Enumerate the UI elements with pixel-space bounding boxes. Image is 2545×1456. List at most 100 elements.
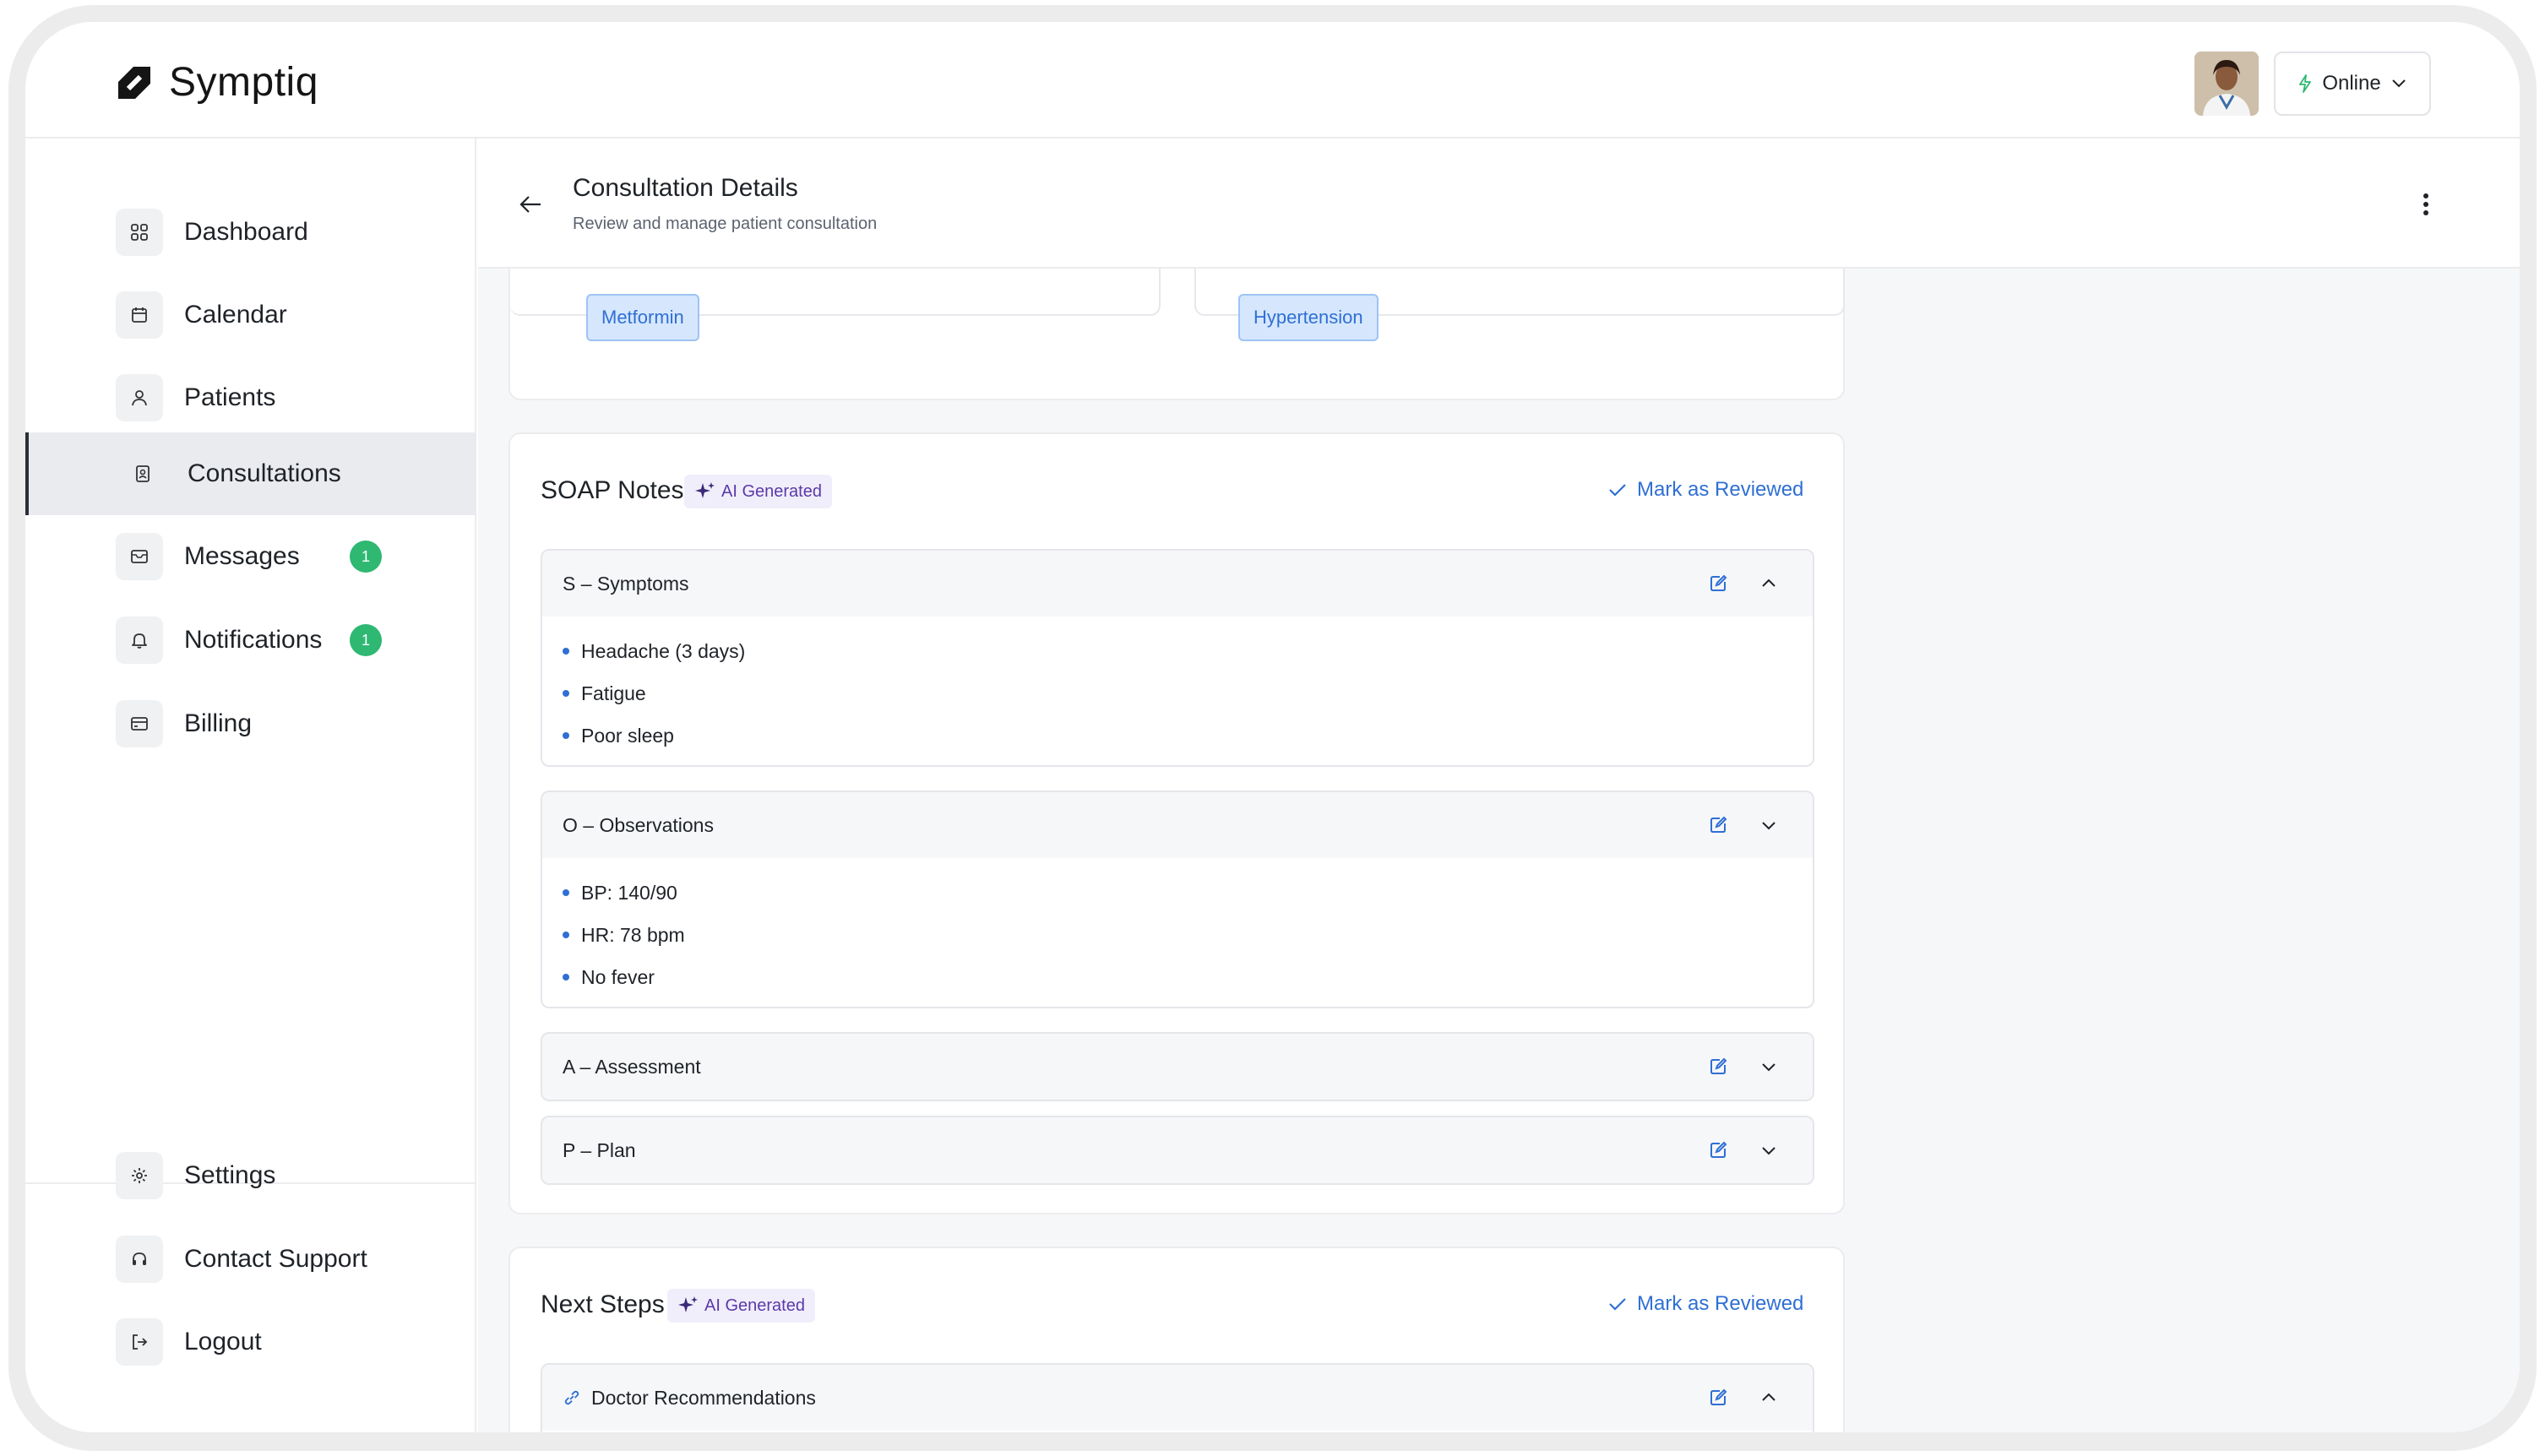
- bell-icon: [116, 617, 163, 664]
- more-options-button[interactable]: [2417, 189, 2434, 220]
- logo-icon: [118, 66, 150, 99]
- page-subtitle: Review and manage patient consultation: [573, 215, 878, 233]
- ai-generated-tag: AI Generated: [684, 475, 832, 508]
- mark-reviewed-label: Mark as Reviewed: [1637, 1292, 1804, 1315]
- edit-icon[interactable]: [1708, 1140, 1728, 1160]
- sidebar: Dashboard Calendar Patients Consultation…: [25, 139, 476, 1432]
- list-item-text: Poor sleep: [581, 724, 674, 747]
- accordion-body: Headache (3 days) Fatigue Poor sleep: [542, 617, 1813, 765]
- bullet: [563, 974, 569, 981]
- sidebar-item-label: Contact Support: [184, 1245, 367, 1273]
- bullet: [563, 932, 569, 938]
- bullet: [563, 690, 569, 697]
- soap-section-plan: P – Plan: [541, 1116, 1814, 1185]
- chevron-down-icon[interactable]: [1759, 815, 1779, 835]
- mail-icon: [116, 533, 163, 580]
- soap-notes-card: SOAP Notes AI Generated Mark as Reviewed…: [508, 432, 1845, 1214]
- app-logo[interactable]: Symptiq: [115, 59, 318, 106]
- sidebar-item-notifications[interactable]: Notifications 1: [25, 599, 476, 682]
- list-item-text: No fever: [581, 965, 655, 988]
- sidebar-item-patients[interactable]: Patients: [25, 356, 476, 439]
- sidebar-item-consultations[interactable]: Consultations: [25, 432, 476, 515]
- sidebar-item-logout[interactable]: Logout: [25, 1301, 476, 1383]
- sidebar-item-settings[interactable]: Settings: [25, 1134, 476, 1217]
- sidebar-item-messages[interactable]: Messages 1: [25, 515, 476, 598]
- ai-tag-label: AI Generated: [721, 481, 822, 501]
- status-dropdown[interactable]: Online: [2274, 52, 2431, 116]
- soap-section-assessment: A – Assessment: [541, 1032, 1814, 1101]
- link-icon: [564, 1390, 579, 1405]
- list-item-text: Headache (3 days): [581, 639, 746, 662]
- sidebar-item-dashboard[interactable]: Dashboard: [25, 191, 476, 274]
- card-icon: [116, 700, 163, 747]
- list-item-text: Fatigue: [581, 682, 646, 704]
- kebab-icon: [2423, 193, 2428, 215]
- list-item: Headache (3 days): [563, 630, 1792, 672]
- unread-badge: 1: [350, 624, 382, 656]
- sidebar-item-label: Messages: [184, 542, 300, 570]
- check-icon: [1609, 484, 1626, 497]
- bullet: [563, 648, 569, 655]
- list-item: HR: 78 bpm: [563, 914, 1792, 956]
- list-item: Fatigue: [563, 672, 1792, 714]
- condition-chip[interactable]: Hypertension: [1238, 294, 1379, 341]
- mark-reviewed-button[interactable]: Mark as Reviewed: [1608, 1292, 1803, 1316]
- grid-icon: [116, 209, 163, 256]
- bolt-icon: [2299, 74, 2312, 93]
- sidebar-item-label: Patients: [184, 383, 276, 411]
- logout-icon: [116, 1318, 163, 1366]
- user-icon: [116, 374, 163, 421]
- headset-icon: [116, 1236, 163, 1283]
- edit-icon[interactable]: [1708, 573, 1728, 594]
- accordion-header[interactable]: Doctor Recommendations: [542, 1365, 1813, 1431]
- sidebar-item-label: Settings: [184, 1161, 276, 1189]
- mark-reviewed-button[interactable]: Mark as Reviewed: [1608, 478, 1803, 502]
- check-icon: [1609, 1298, 1626, 1311]
- sparkle-icon: [695, 482, 715, 498]
- sidebar-item-calendar[interactable]: Calendar: [25, 274, 476, 356]
- soap-title: SOAP Notes: [541, 476, 684, 504]
- page-title: Consultation Details: [573, 174, 798, 202]
- soap-section-observations: O – Observations BP: 140/90 HR: 78 bpm N…: [541, 790, 1814, 1008]
- chevron-up-icon[interactable]: [1759, 1388, 1779, 1408]
- sidebar-item-contact-support[interactable]: Contact Support: [25, 1218, 476, 1301]
- sidebar-item-label: Dashboard: [184, 218, 308, 246]
- ai-tag-label: AI Generated: [704, 1296, 805, 1315]
- calendar-icon: [116, 291, 163, 339]
- top-bar: Symptiq Online: [25, 22, 2520, 139]
- list-item-text: HR: 78 bpm: [581, 923, 685, 946]
- sidebar-item-billing[interactable]: Billing: [25, 682, 476, 765]
- section-title: P – Plan: [563, 1138, 636, 1161]
- chevron-up-icon[interactable]: [1759, 573, 1779, 594]
- sidebar-item-label: Notifications: [184, 626, 323, 654]
- app-window: Symptiq Online Dashboard Calendar Patien…: [25, 22, 2520, 1432]
- ai-generated-tag: AI Generated: [667, 1289, 815, 1323]
- next-steps-card: Next Steps AI Generated Mark as Reviewed…: [508, 1247, 1845, 1432]
- accordion-header[interactable]: P – Plan: [542, 1117, 1813, 1183]
- accordion-header[interactable]: O – Observations: [542, 792, 1813, 858]
- section-title: Doctor Recommendations: [591, 1386, 816, 1409]
- medication-chip[interactable]: Metformin: [586, 294, 699, 341]
- file-user-icon: [119, 450, 166, 497]
- accordion-header[interactable]: S – Symptoms: [542, 551, 1813, 617]
- accordion-header[interactable]: A – Assessment: [542, 1034, 1813, 1100]
- edit-icon[interactable]: [1708, 1057, 1728, 1077]
- soap-section-symptoms: S – Symptoms Headache (3 days) Fatigue P…: [541, 549, 1814, 767]
- bullet: [563, 732, 569, 739]
- sidebar-item-label: Calendar: [184, 301, 287, 329]
- unread-badge: 1: [350, 541, 382, 573]
- bullet: [563, 889, 569, 896]
- chevron-down-icon: [2391, 79, 2406, 88]
- section-title: O – Observations: [563, 813, 714, 836]
- back-button[interactable]: [515, 189, 546, 220]
- edit-icon[interactable]: [1708, 815, 1728, 835]
- user-avatar[interactable]: [2194, 52, 2259, 116]
- list-item: No fever: [563, 956, 1792, 998]
- sidebar-item-label: Logout: [184, 1328, 262, 1355]
- sidebar-item-label: Consultations: [188, 459, 341, 487]
- edit-icon[interactable]: [1708, 1388, 1728, 1408]
- chevron-down-icon[interactable]: [1759, 1140, 1779, 1160]
- mark-reviewed-label: Mark as Reviewed: [1637, 478, 1804, 501]
- chevron-down-icon[interactable]: [1759, 1057, 1779, 1077]
- list-item: BP: 140/90: [563, 872, 1792, 914]
